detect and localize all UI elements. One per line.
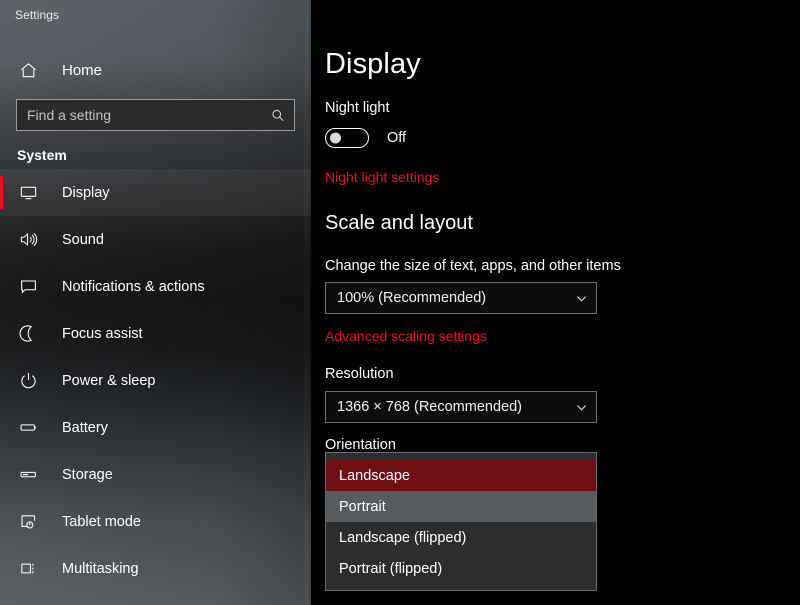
sidebar-item-battery[interactable]: Battery [0, 404, 311, 451]
battery-icon [17, 417, 39, 439]
sidebar-item-label: Storage [62, 466, 113, 483]
sidebar-home-label: Home [62, 61, 103, 79]
search-icon[interactable] [270, 108, 285, 123]
orientation-label: Orientation [325, 437, 396, 453]
settings-window: Settings Home Syste [0, 0, 800, 605]
title-bar: Settings [0, 0, 311, 34]
sidebar-item-display[interactable]: Display [0, 169, 311, 216]
sidebar-scrollbar[interactable] [304, 0, 309, 605]
search-input[interactable] [17, 100, 294, 130]
tablet-mode-icon [17, 511, 39, 533]
page-title: Display [325, 48, 421, 80]
storage-icon [17, 464, 39, 486]
sidebar-nav-list: Display Sound Notifications & actions Fo… [0, 169, 311, 592]
orientation-option-label: Portrait (flipped) [339, 560, 443, 577]
sidebar-item-storage[interactable]: Storage [0, 451, 311, 498]
night-light-settings-link[interactable]: Night light settings [325, 169, 439, 185]
orientation-option-landscape-flipped[interactable]: Landscape (flipped) [326, 522, 596, 553]
sidebar-item-label: Focus assist [62, 325, 143, 342]
sidebar-group-header: System [17, 147, 67, 163]
sidebar: Settings Home Syste [0, 0, 311, 605]
orientation-option-label: Landscape [339, 467, 410, 484]
multitasking-icon [17, 558, 39, 580]
sidebar-item-label: Power & sleep [62, 372, 156, 389]
home-icon [17, 59, 39, 81]
chevron-down-icon [566, 401, 596, 414]
sidebar-item-label: Display [62, 184, 110, 201]
search-container [16, 99, 295, 131]
sidebar-item-notifications-actions[interactable]: Notifications & actions [0, 263, 311, 310]
toggle-knob [330, 132, 341, 144]
night-light-toggle-row: Off [325, 128, 406, 148]
sidebar-item-focus-assist[interactable]: Focus assist [0, 310, 311, 357]
resolution-dropdown-value: 1366 × 768 (Recommended) [337, 399, 522, 415]
night-light-toggle-state: Off [387, 130, 407, 146]
orientation-option-landscape[interactable]: Landscape [326, 460, 596, 491]
search-box[interactable] [16, 99, 295, 131]
speaker-icon [17, 229, 39, 251]
sidebar-item-multitasking[interactable]: Multitasking [0, 545, 311, 592]
orientation-dropdown-list: Landscape Portrait Landscape (flipped) P… [325, 452, 597, 591]
scale-dropdown[interactable]: 100% (Recommended) [325, 282, 597, 314]
orientation-option-portrait[interactable]: Portrait [326, 491, 596, 522]
sidebar-item-label: Multitasking [62, 560, 139, 577]
notification-icon [17, 276, 39, 298]
sidebar-item-power-sleep[interactable]: Power & sleep [0, 357, 311, 404]
scale-dropdown-value: 100% (Recommended) [337, 290, 487, 306]
sidebar-item-label: Notifications & actions [62, 278, 205, 295]
orientation-option-label: Landscape (flipped) [339, 529, 467, 546]
chevron-down-icon [566, 292, 596, 305]
night-light-toggle[interactable] [325, 128, 369, 148]
advanced-scaling-settings-link[interactable]: Advanced scaling settings [325, 328, 487, 344]
power-icon [17, 370, 39, 392]
sidebar-item-label: Tablet mode [62, 513, 141, 530]
sidebar-item-home[interactable]: Home [0, 51, 311, 89]
orientation-option-portrait-flipped[interactable]: Portrait (flipped) [326, 553, 596, 584]
resolution-dropdown[interactable]: 1366 × 768 (Recommended) [325, 391, 597, 423]
scale-description: Change the size of text, apps, and other… [325, 258, 621, 274]
orientation-option-label: Portrait [339, 498, 386, 515]
sidebar-item-sound[interactable]: Sound [0, 216, 311, 263]
main-content: Display Night light Off Night light sett… [311, 0, 800, 605]
scale-and-layout-heading: Scale and layout [325, 212, 473, 234]
window-title: Settings [15, 8, 60, 22]
moon-icon [17, 323, 39, 345]
resolution-label: Resolution [325, 366, 394, 382]
monitor-icon [17, 182, 39, 204]
sidebar-item-tablet-mode[interactable]: Tablet mode [0, 498, 311, 545]
night-light-label: Night light [325, 100, 390, 116]
sidebar-item-label: Sound [62, 231, 104, 248]
sidebar-item-label: Battery [62, 419, 108, 436]
